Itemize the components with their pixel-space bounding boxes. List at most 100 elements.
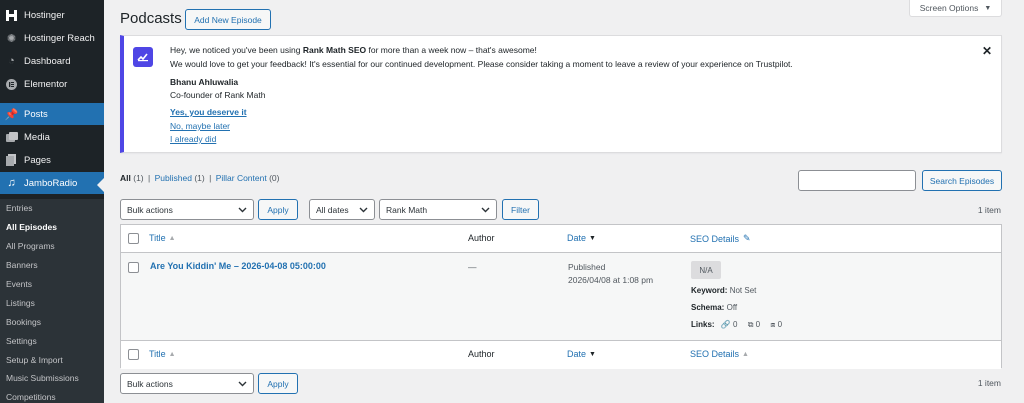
column-title-header[interactable]: Title ▲: [149, 233, 176, 243]
sidebar-item-jamboradio[interactable]: ♫ JamboRadio: [0, 172, 104, 194]
table-row: Are You Kiddin' Me – 2026-04-08 05:00:00…: [121, 252, 1001, 341]
sidebar-item-label: JamboRadio: [24, 177, 78, 189]
apply-bulk-button[interactable]: Apply: [258, 199, 298, 220]
admin-sidebar: Hostinger ✺ Hostinger Reach ◔ Dashboard …: [0, 0, 104, 403]
column-seo-footer[interactable]: SEO Details ▲: [690, 349, 749, 359]
sidebar-item-label: Elementor: [24, 78, 68, 90]
pencil-icon: ✎: [743, 233, 751, 243]
episode-author: —: [468, 262, 477, 272]
chevron-down-icon: [238, 379, 247, 390]
submenu-item-all-programs[interactable]: All Programs: [0, 237, 104, 256]
sidebar-item-label: Dashboard: [24, 55, 71, 67]
notice-line-1: Hey, we noticed you've been using Rank M…: [170, 45, 537, 55]
column-author-footer: Author: [468, 349, 495, 359]
seo-keyword: Keyword: Not Set: [691, 286, 757, 295]
sidebar-item-label: Hostinger Reach: [24, 32, 95, 44]
submenu-item-bookings[interactable]: Bookings: [0, 312, 104, 331]
apply-bulk-button-bottom[interactable]: Apply: [258, 373, 298, 394]
external-link-icon: ⧉: [747, 320, 754, 329]
episode-title-link[interactable]: Are You Kiddin' Me – 2026-04-08 05:00:00: [150, 261, 326, 271]
seo-links: Links: 🔗 0 ⧉ 0 ⧈ 0: [691, 320, 783, 329]
submenu-item-all-episodes[interactable]: All Episodes: [0, 218, 104, 237]
submenu-item-competitions[interactable]: Competitions: [0, 388, 104, 403]
add-new-episode-button[interactable]: Add New Episode: [185, 9, 271, 30]
internal-link-icon: 🔗: [720, 320, 731, 329]
sidebar-item-media[interactable]: Media: [0, 126, 104, 148]
select-all-checkbox[interactable]: [128, 349, 139, 360]
rank-math-logo-icon: [133, 47, 153, 67]
column-author-header: Author: [468, 233, 495, 243]
view-pillar-content-link[interactable]: Pillar Content: [216, 173, 267, 183]
post-status-filter: All (1) | Published (1) | Pillar Content…: [120, 173, 280, 183]
column-date-footer[interactable]: Date ▼: [567, 349, 596, 359]
submenu-item-setup-import[interactable]: Setup & Import: [0, 350, 104, 369]
incoming-link-icon: ⧈: [770, 320, 776, 329]
episode-date: 2026/04/08 at 1:08 pm: [568, 275, 654, 285]
search-input[interactable]: [798, 170, 916, 191]
sidebar-item-label: Hostinger: [24, 9, 65, 21]
sort-icon: ▲: [168, 234, 176, 242]
submenu-item-banners[interactable]: Banners: [0, 256, 104, 275]
sidebar-item-label: Posts: [24, 108, 48, 120]
sort-desc-icon: ▼: [589, 234, 596, 242]
sidebar-item-pages[interactable]: Pages: [0, 149, 104, 171]
notice-role: Co-founder of Rank Math: [170, 90, 266, 100]
bulk-actions-select[interactable]: Bulk actions: [120, 199, 254, 220]
pages-icon: [5, 154, 18, 167]
chevron-down-icon: [359, 205, 368, 216]
items-count: 1 item: [977, 205, 1001, 215]
search-episodes-button[interactable]: Search Episodes: [922, 170, 1002, 191]
submenu-item-music-submissions[interactable]: Music Submissions: [0, 369, 104, 388]
hostinger-icon: [5, 9, 18, 22]
submenu-item-settings[interactable]: Settings: [0, 331, 104, 350]
review-yes-link[interactable]: Yes, you deserve it: [170, 107, 247, 117]
sidebar-item-label: Pages: [24, 154, 51, 166]
notice-author: Bhanu Ahluwalia: [170, 77, 239, 87]
view-published-link[interactable]: Published: [155, 173, 192, 183]
chevron-down-icon: ▼: [984, 4, 992, 12]
page-title: Podcasts: [120, 10, 182, 27]
bulk-actions-select-bottom[interactable]: Bulk actions: [120, 373, 254, 394]
screen-options-label: Screen Options: [919, 3, 979, 13]
submenu-item-events[interactable]: Events: [0, 275, 104, 294]
sidebar-submenu: Entries All Episodes All Programs Banner…: [0, 199, 104, 403]
chevron-down-icon: [238, 205, 247, 216]
seo-schema: Schema: Off: [691, 303, 738, 312]
column-seo-header[interactable]: SEO Details ✎: [690, 233, 751, 244]
episodes-table: Title ▲ Author Date ▼ SEO Details ✎ Are You…: [120, 224, 1002, 369]
row-checkbox[interactable]: [128, 262, 139, 273]
seo-score-badge: N/A: [691, 261, 721, 279]
media-icon: [5, 131, 18, 144]
dashboard-icon: ◔: [8, 55, 15, 67]
current-menu-arrow: [97, 178, 104, 192]
sidebar-item-hostinger[interactable]: Hostinger: [0, 4, 104, 26]
review-later-link[interactable]: No, maybe later: [170, 121, 230, 131]
sort-icon: ▲: [168, 350, 176, 358]
sort-desc-icon: ▼: [589, 350, 596, 358]
column-date-header[interactable]: Date ▼: [567, 233, 596, 243]
screen-options-button[interactable]: Screen Options ▼: [909, 0, 1002, 17]
items-count-bottom: 1 item: [977, 378, 1001, 388]
elementor-icon: [5, 78, 18, 91]
select-all-checkbox[interactable]: [128, 233, 139, 244]
view-all-link[interactable]: All: [120, 173, 131, 183]
sidebar-item-hostinger-reach[interactable]: ✺ Hostinger Reach: [0, 27, 104, 49]
column-title-footer[interactable]: Title ▲: [149, 349, 176, 359]
submenu-item-listings[interactable]: Listings: [0, 293, 104, 312]
sidebar-item-posts[interactable]: 📌 Posts: [0, 103, 104, 125]
table-footer: Title ▲ Author Date ▼ SEO Details ▲: [121, 342, 1001, 369]
date-filter-select[interactable]: All dates: [309, 199, 375, 220]
filter-button[interactable]: Filter: [502, 199, 539, 220]
seo-filter-select[interactable]: Rank Math: [379, 199, 497, 220]
sort-icon: ▲: [742, 350, 749, 358]
episode-status: Published: [568, 262, 606, 272]
chevron-down-icon: [481, 205, 490, 216]
sidebar-item-dashboard[interactable]: ◔ Dashboard: [0, 50, 104, 72]
sidebar-item-elementor[interactable]: Elementor: [0, 73, 104, 95]
close-icon[interactable]: ✕: [982, 44, 992, 58]
music-icon: ♫: [7, 177, 16, 189]
submenu-item-entries[interactable]: Entries: [0, 199, 104, 218]
review-done-link[interactable]: I already did: [170, 134, 216, 144]
pin-icon: 📌: [4, 108, 19, 121]
rank-math-review-notice: Hey, we noticed you've been using Rank M…: [120, 35, 1002, 153]
